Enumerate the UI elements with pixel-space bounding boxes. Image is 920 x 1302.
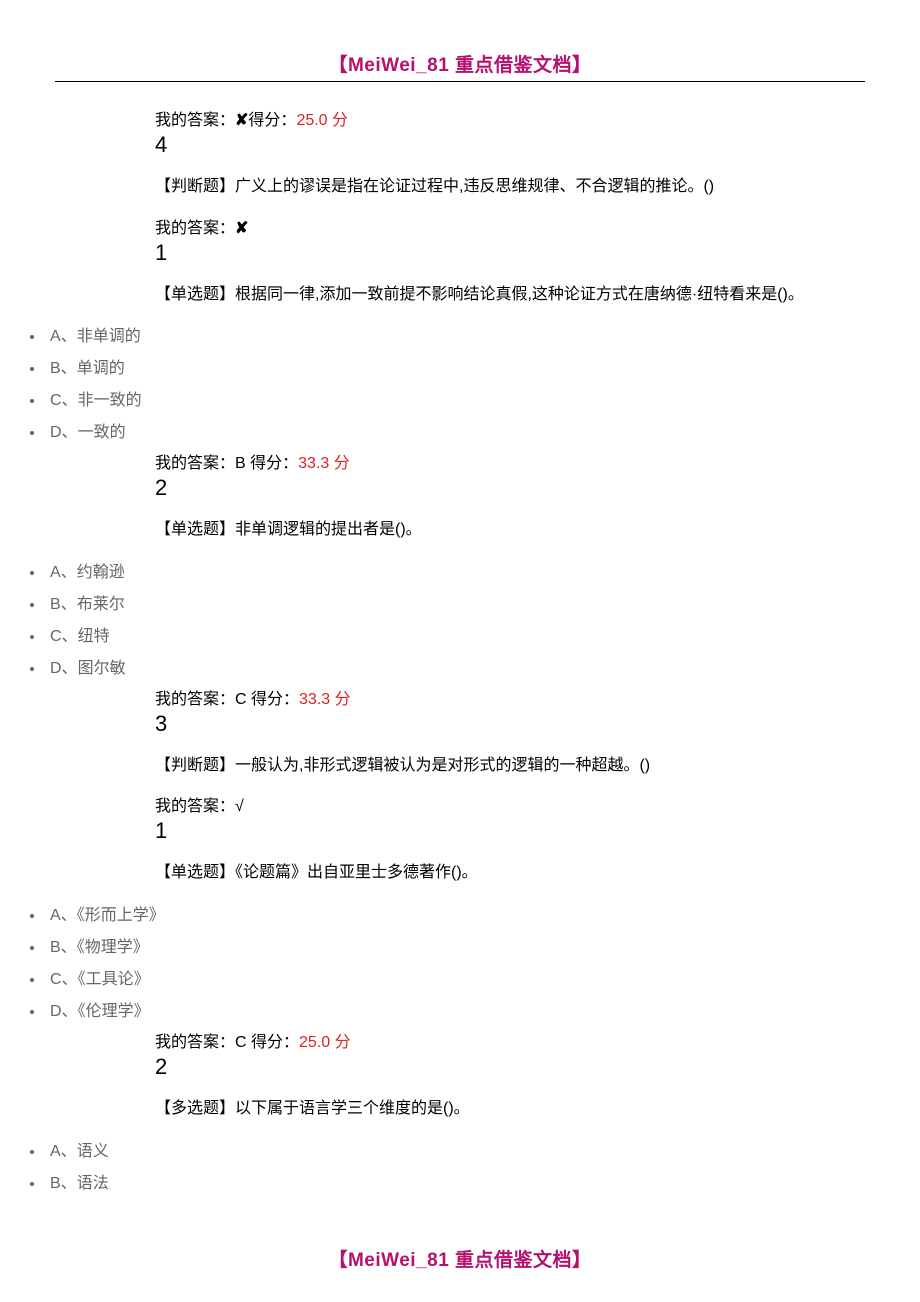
score-prefix: 得分：	[248, 112, 296, 129]
answer-line: 我的答案：B 得分：33.3 分	[155, 449, 860, 473]
score-prefix: 得分：	[246, 455, 298, 472]
question-block: 我的答案：✘得分：25.0 分 4	[155, 106, 860, 158]
answer-line: 我的答案：C 得分：25.0 分	[155, 1028, 860, 1052]
option-label: A、	[50, 907, 77, 924]
option-text: 非一致的	[78, 392, 142, 409]
option-text: 一致的	[78, 424, 126, 441]
option-label: A、	[50, 564, 77, 581]
option-item: D、一致的	[45, 417, 920, 449]
question-text: 【单选题】《论题篇》出自亚里士多德著作()。	[155, 856, 860, 890]
option-text: 《工具论》	[78, 971, 150, 988]
option-item: B、布莱尔	[45, 589, 920, 621]
option-text: 图尔敏	[78, 660, 126, 677]
score-prefix: 得分：	[247, 691, 299, 708]
option-text: 非单调的	[77, 328, 141, 345]
score-value: 33.3 分	[299, 691, 351, 708]
option-label: D、	[50, 1003, 78, 1020]
option-label: A、	[50, 1143, 77, 1160]
answer-prefix: 我的答案：	[155, 455, 235, 472]
answer-prefix: 我的答案：	[155, 798, 235, 815]
question-text: 【单选题】根据同一律,添加一致前提不影响结论真假,这种论证方式在唐纳德·纽特看来…	[155, 278, 860, 312]
option-text: 约翰逊	[77, 564, 125, 581]
option-label: D、	[50, 424, 78, 441]
question-number: 1	[155, 240, 860, 266]
option-label: B、	[50, 360, 77, 377]
content: 我的答案：C 得分：33.3 分 3 【判断题】一般认为,非形式逻辑被认为是对形…	[0, 685, 920, 890]
option-list: A、约翰逊 B、布莱尔 C、纽特 D、图尔敏	[0, 557, 920, 685]
option-list: A、非单调的 B、单调的 C、非一致的 D、一致的	[0, 321, 920, 449]
option-label: C、	[50, 392, 78, 409]
option-item: C、《工具论》	[45, 964, 920, 996]
wrong-icon: ✘	[235, 112, 248, 129]
content: 我的答案：B 得分：33.3 分 2 【单选题】非单调逻辑的提出者是()。	[0, 449, 920, 547]
header-rule	[55, 81, 865, 82]
option-text: 纽特	[78, 628, 110, 645]
question-number: 3	[155, 711, 860, 737]
option-label: B、	[50, 1175, 77, 1192]
option-text: 《物理学》	[77, 939, 149, 956]
option-label: B、	[50, 596, 77, 613]
option-list: A、语义 B、语法	[0, 1136, 920, 1200]
correct-icon: √	[235, 798, 244, 815]
answer-line: 我的答案：√	[155, 792, 860, 816]
wrong-icon: ✘	[235, 220, 248, 237]
content: 我的答案：C 得分：25.0 分 2 【多选题】以下属于语言学三个维度的是()。	[0, 1028, 920, 1126]
answer-line: 我的答案：C 得分：33.3 分	[155, 685, 860, 709]
answer-line: 我的答案：✘得分：25.0 分	[155, 106, 860, 130]
option-text: 语义	[77, 1143, 109, 1160]
option-text: 《伦理学》	[78, 1003, 150, 1020]
page-header-title: 【MeiWei_81 重点借鉴文档】	[0, 50, 920, 77]
answer-line: 我的答案：✘	[155, 214, 860, 238]
score-value: 25.0 分	[296, 112, 348, 129]
question-block: 【判断题】广义上的谬误是指在论证过程中,违反思维规律、不合逻辑的推论。() 我的…	[155, 170, 860, 266]
question-number: 2	[155, 475, 860, 501]
question-text: 【判断题】广义上的谬误是指在论证过程中,违反思维规律、不合逻辑的推论。()	[155, 170, 860, 204]
score-value: 25.0 分	[299, 1034, 351, 1051]
option-list: A、《形而上学》 B、《物理学》 C、《工具论》 D、《伦理学》	[0, 900, 920, 1028]
option-item: A、语义	[45, 1136, 920, 1168]
option-item: A、约翰逊	[45, 557, 920, 589]
score-prefix: 得分：	[247, 1034, 299, 1051]
option-label: A、	[50, 328, 77, 345]
option-item: C、纽特	[45, 621, 920, 653]
content: 我的答案：✘得分：25.0 分 4 【判断题】广义上的谬误是指在论证过程中,违反…	[0, 106, 920, 311]
option-label: C、	[50, 628, 78, 645]
option-item: B、《物理学》	[45, 932, 920, 964]
answer-value: C	[235, 1034, 247, 1051]
answer-prefix: 我的答案：	[155, 220, 235, 237]
option-item: B、单调的	[45, 353, 920, 385]
page-footer-title: 【MeiWei_81 重点借鉴文档】	[0, 1245, 920, 1272]
option-text: 《形而上学》	[77, 907, 165, 924]
option-label: C、	[50, 971, 78, 988]
question-number: 1	[155, 818, 860, 844]
option-item: C、非一致的	[45, 385, 920, 417]
question-block: 【单选题】根据同一律,添加一致前提不影响结论真假,这种论证方式在唐纳德·纽特看来…	[155, 278, 860, 312]
score-value: 33.3 分	[298, 455, 350, 472]
option-item: A、《形而上学》	[45, 900, 920, 932]
option-item: A、非单调的	[45, 321, 920, 353]
option-label: B、	[50, 939, 77, 956]
question-number: 4	[155, 132, 860, 158]
question-text: 【判断题】一般认为,非形式逻辑被认为是对形式的逻辑的一种超越。()	[155, 749, 860, 783]
page: 【MeiWei_81 重点借鉴文档】 我的答案：✘得分：25.0 分 4 【判断…	[0, 0, 920, 1302]
question-text: 【多选题】以下属于语言学三个维度的是()。	[155, 1092, 860, 1126]
answer-prefix: 我的答案：	[155, 691, 235, 708]
option-text: 语法	[77, 1175, 109, 1192]
question-number: 2	[155, 1054, 860, 1080]
answer-prefix: 我的答案：	[155, 112, 235, 129]
option-text: 单调的	[77, 360, 125, 377]
answer-value: B	[235, 455, 246, 472]
option-label: D、	[50, 660, 78, 677]
answer-value: C	[235, 691, 247, 708]
answer-prefix: 我的答案：	[155, 1034, 235, 1051]
question-text: 【单选题】非单调逻辑的提出者是()。	[155, 513, 860, 547]
option-item: D、图尔敏	[45, 653, 920, 685]
option-text: 布莱尔	[77, 596, 125, 613]
option-item: D、《伦理学》	[45, 996, 920, 1028]
option-item: B、语法	[45, 1168, 920, 1200]
